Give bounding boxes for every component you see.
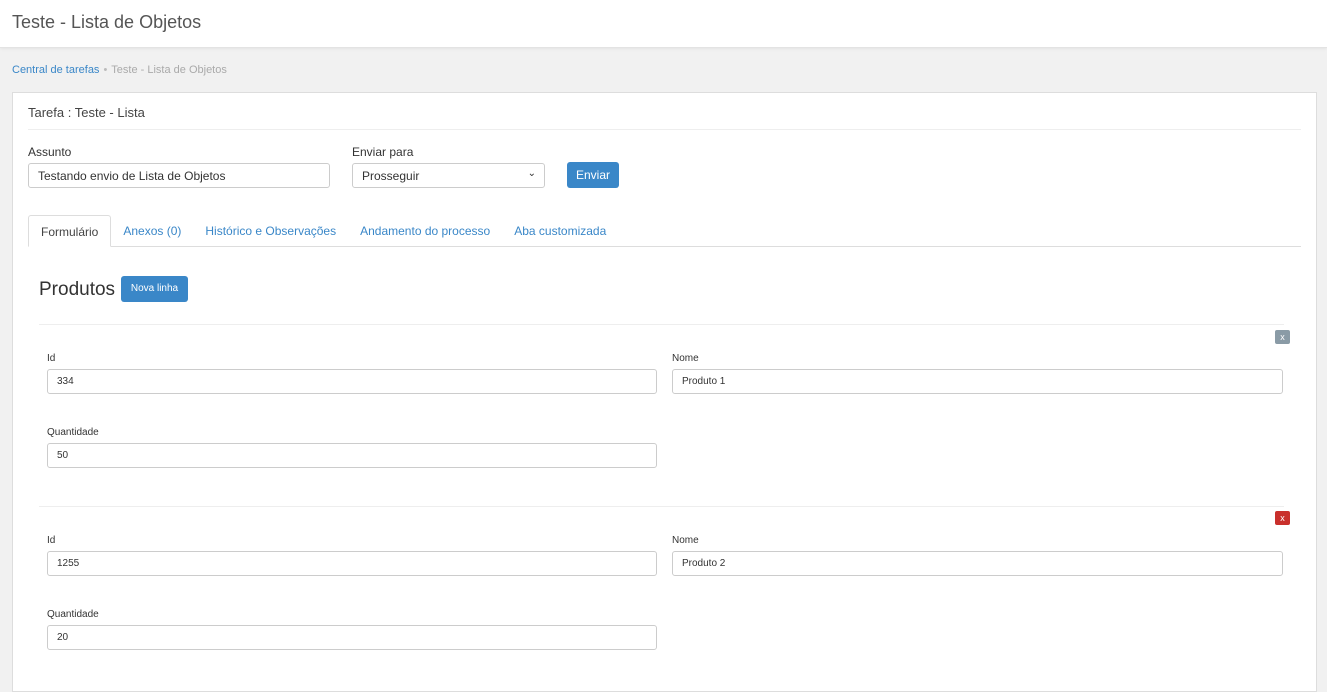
name-label: Nome (672, 353, 699, 364)
send-to-label: Enviar para (352, 145, 414, 159)
breadcrumb-home-link[interactable]: Central de tarefas (12, 64, 99, 76)
send-to-select[interactable]: Prosseguir ⌄ (352, 163, 545, 188)
page-header: Teste - Lista de Objetos (0, 0, 1327, 48)
id-input[interactable]: 334 (47, 369, 657, 394)
row-divider (39, 324, 1284, 325)
quantity-label: Quantidade (47, 609, 99, 620)
send-button[interactable]: Enviar (567, 162, 619, 188)
name-input[interactable]: Produto 2 (672, 551, 1283, 576)
task-title: Tarefa : Teste - Lista (28, 105, 145, 120)
divider (28, 129, 1301, 130)
id-label: Id (47, 353, 56, 364)
quantity-input[interactable]: 50 (47, 443, 657, 468)
tab-andamento[interactable]: Andamento do processo (348, 215, 502, 246)
breadcrumb-current: Teste - Lista de Objetos (111, 64, 227, 76)
tab-aba-customizada[interactable]: Aba customizada (502, 215, 618, 246)
task-panel: Tarefa : Teste - Lista Assunto Testando … (12, 92, 1317, 692)
tab-bar: Formulário Anexos (0) Histórico e Observ… (28, 215, 1301, 247)
subject-label: Assunto (28, 145, 72, 159)
chevron-down-icon: ⌄ (527, 168, 536, 179)
tab-formulario[interactable]: Formulário (28, 215, 112, 247)
quantity-label: Quantidade (47, 427, 99, 438)
quantity-input[interactable]: 20 (47, 625, 657, 650)
name-input[interactable]: Produto 1 (672, 369, 1283, 394)
tab-historico[interactable]: Histórico e Observações (193, 215, 348, 246)
row-divider (39, 506, 1284, 507)
name-label: Nome (672, 535, 699, 546)
breadcrumb: Central de tarefas • Teste - Lista de Obje… (12, 64, 227, 76)
subject-input[interactable]: Testando envio de Lista de Objetos (28, 163, 330, 188)
section-title: Produtos (39, 279, 116, 300)
new-row-button[interactable]: Nova linha (121, 276, 188, 302)
breadcrumb-separator: • (103, 64, 108, 76)
remove-row-button[interactable]: x (1275, 511, 1290, 525)
page-title: Teste - Lista de Objetos (12, 12, 202, 32)
send-to-value: Prosseguir (362, 169, 420, 183)
id-input[interactable]: 1255 (47, 551, 657, 576)
remove-row-button[interactable]: x (1275, 330, 1290, 344)
tab-anexos[interactable]: Anexos (0) (111, 215, 193, 246)
id-label: Id (47, 535, 56, 546)
